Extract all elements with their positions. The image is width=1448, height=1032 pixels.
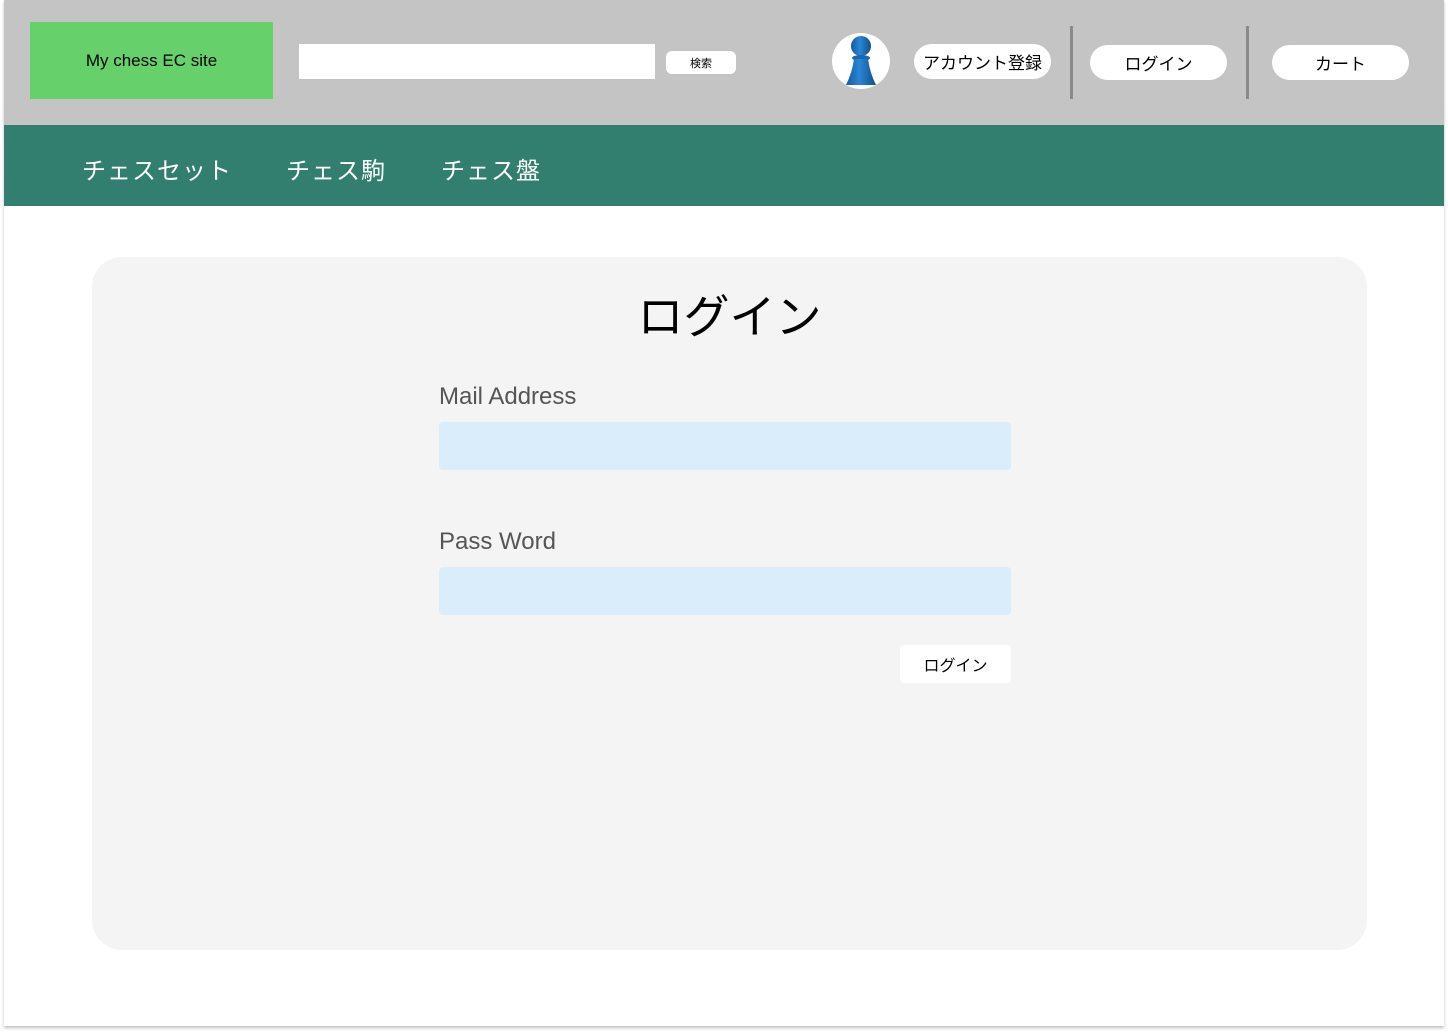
site-logo-text: My chess EC site xyxy=(85,50,218,70)
avatar[interactable] xyxy=(832,33,890,89)
login-submit-button[interactable]: ログイン xyxy=(900,645,1011,683)
header-divider xyxy=(1246,26,1249,99)
user-pawn-icon xyxy=(846,36,876,85)
page-frame: My chess EC site 検索 アカウント登録 ログイン カート チェス… xyxy=(4,0,1444,1026)
cart-button[interactable]: カート xyxy=(1272,45,1409,80)
search-input[interactable] xyxy=(299,44,655,79)
page-title: ログイン xyxy=(637,290,822,344)
mail-address-label: Mail Address xyxy=(439,383,577,410)
header-divider xyxy=(1070,26,1073,99)
nav-item-chess-sets[interactable]: チェスセット xyxy=(82,151,232,186)
site-header: My chess EC site 検索 アカウント登録 ログイン カート xyxy=(4,0,1444,125)
nav-item-chess-boards[interactable]: チェス盤 xyxy=(441,151,541,186)
password-field[interactable] xyxy=(439,567,1011,615)
category-nav: チェスセット チェス駒 チェス盤 xyxy=(4,125,1444,206)
header-login-button[interactable]: ログイン xyxy=(1090,45,1227,80)
login-card: ログイン Mail Address Pass Word ログイン xyxy=(92,257,1367,950)
nav-item-chess-pieces[interactable]: チェス駒 xyxy=(286,151,386,186)
site-logo[interactable]: My chess EC site xyxy=(30,22,273,99)
password-label: Pass Word xyxy=(439,528,556,555)
search-button[interactable]: 検索 xyxy=(666,51,736,74)
register-account-button[interactable]: アカウント登録 xyxy=(914,44,1051,79)
mail-address-field[interactable] xyxy=(439,422,1011,470)
